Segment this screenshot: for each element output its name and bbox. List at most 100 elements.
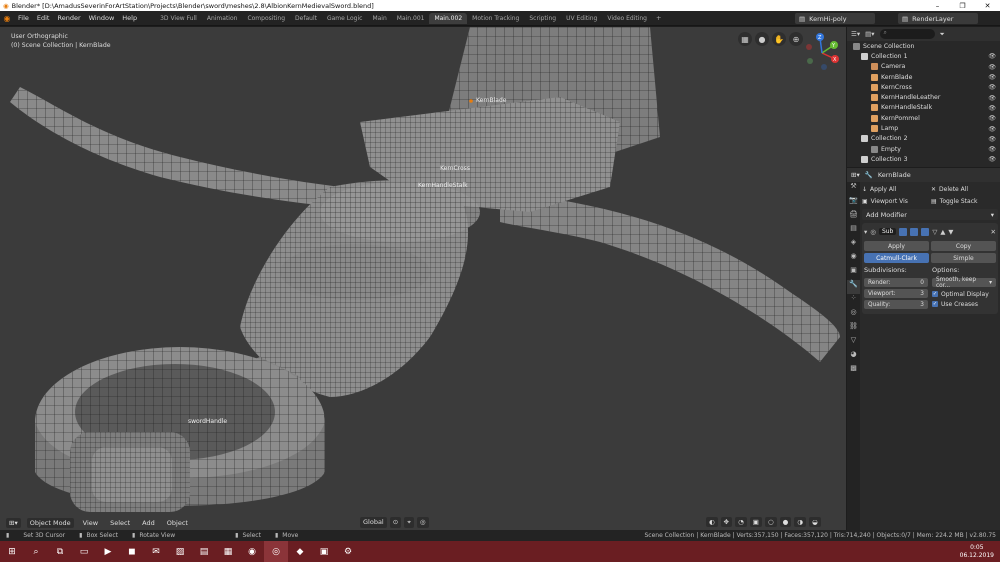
optimal-display-checkbox[interactable]: ✓ Optimal Display [932, 289, 996, 299]
outliner-item[interactable]: Collection 1 👁 [847, 51, 1000, 61]
uv-smooth-dropdown[interactable]: Smooth, keep cor... ▾ [932, 277, 996, 289]
eye-icon[interactable]: 👁 [988, 94, 996, 102]
remove-modifier-icon[interactable]: ✕ [991, 228, 996, 236]
windows-start-icon[interactable]: ⊞ [0, 541, 24, 562]
workspace-tab[interactable]: Main.001 [392, 13, 430, 24]
image-viewer-icon[interactable]: ▨ [168, 541, 192, 562]
workspace-tab[interactable]: Animation [202, 13, 243, 24]
editor-type-icon[interactable]: ⊞▾ [6, 518, 21, 528]
eye-icon[interactable]: 👁 [988, 125, 996, 133]
overlay-icon[interactable]: ◔ [735, 517, 747, 527]
simple-toggle[interactable]: Simple [931, 253, 996, 263]
use-creases-checkbox[interactable]: ✓ Use Creases [932, 299, 996, 309]
show-in-viewport-icon[interactable] [910, 227, 919, 236]
scene-selector[interactable]: ▤ KernHi-poly [795, 13, 875, 24]
outliner-item[interactable]: KernHandleLeather 👁 [847, 92, 1000, 102]
physics-tab-icon[interactable]: ◎ [847, 308, 860, 322]
app-icon[interactable]: ◆ [288, 541, 312, 562]
mail-icon[interactable]: ✉ [144, 541, 168, 562]
view-layer-selector[interactable]: ▤ RenderLayer [898, 13, 978, 24]
view-layer-tab-icon[interactable]: ▤ [847, 224, 860, 238]
scene-collection-row[interactable]: Scene Collection [847, 41, 1000, 51]
constraints-tab-icon[interactable]: ⛓ [847, 322, 860, 336]
grid-view-icon[interactable]: ▦ [738, 32, 752, 46]
object-menu[interactable]: Object [164, 518, 191, 528]
add-modifier-dropdown[interactable]: Add Modifier ▾ [862, 209, 998, 220]
notes-icon[interactable]: ▤ [192, 541, 216, 562]
tool-tab-icon[interactable]: ⚒ [847, 182, 860, 196]
close-button[interactable]: ✕ [975, 2, 1000, 10]
move-up-icon[interactable]: ▲ [940, 228, 945, 236]
outliner-item[interactable]: Empty 👁 [847, 144, 1000, 154]
outliner-item[interactable]: Lamp 👁 [847, 123, 1000, 133]
shading-solid-icon[interactable]: ● [779, 517, 792, 527]
blender-taskbar-icon[interactable]: ◎ [264, 541, 288, 562]
modifier-tab-icon[interactable]: 🔧 [847, 280, 860, 294]
material-tab-icon[interactable]: ◕ [847, 350, 860, 364]
3d-viewport[interactable]: User Orthographic (0) Scene Collection |… [0, 27, 846, 530]
snap-icon[interactable]: ⌖ [404, 517, 414, 528]
add-workspace-button[interactable]: + [652, 14, 665, 22]
workspace-tab[interactable]: Main [367, 13, 391, 24]
viewport-vis-button[interactable]: ▣ Viewport Vis [862, 196, 929, 206]
workspace-tab[interactable]: Default [290, 13, 322, 24]
menu-help[interactable]: Help [118, 14, 141, 22]
workspace-tab[interactable]: 3D View Full [155, 13, 202, 24]
workspace-tab[interactable]: Scripting [524, 13, 561, 24]
copy-button[interactable]: Copy [931, 241, 996, 251]
menu-file[interactable]: File [14, 14, 33, 22]
powershell-icon[interactable]: ▶ [96, 541, 120, 562]
store-icon[interactable]: ◼ [120, 541, 144, 562]
calculator-icon[interactable]: ▦ [216, 541, 240, 562]
eye-icon[interactable]: 👁 [988, 83, 996, 91]
output-tab-icon[interactable]: 🖨 [847, 210, 860, 224]
toggle-stack-button[interactable]: ▤ Toggle Stack [931, 196, 998, 206]
outliner-item[interactable]: KernPommel 👁 [847, 113, 1000, 123]
firefox-icon[interactable]: ◉ [240, 541, 264, 562]
catmull-clark-toggle[interactable]: Catmull-Clark [864, 253, 929, 263]
eye-icon[interactable]: 👁 [988, 135, 996, 143]
file-explorer-icon[interactable]: ▭ [72, 541, 96, 562]
eye-icon[interactable]: 👁 [988, 104, 996, 112]
workspace-tab[interactable]: UV Editing [561, 13, 602, 24]
show-in-editmode-icon[interactable] [899, 227, 908, 236]
filter-icon[interactable]: ⏷ [940, 30, 945, 39]
visibility-icon[interactable]: ◐ [706, 517, 718, 527]
transform-orientation[interactable]: Global [360, 517, 387, 528]
apply-all-button[interactable]: ↓ Apply All [862, 184, 929, 194]
outliner-search[interactable]: ⌕ [879, 29, 935, 39]
outliner-item[interactable]: KernHandleStalk 👁 [847, 103, 1000, 113]
shading-material-icon[interactable]: ◑ [794, 517, 806, 527]
camera-view-icon[interactable]: ● [755, 32, 769, 46]
menu-edit[interactable]: Edit [33, 14, 54, 22]
move-down-icon[interactable]: ▼ [948, 228, 953, 236]
pan-hand-icon[interactable]: ✋ [772, 32, 786, 46]
menu-window[interactable]: Window [85, 14, 119, 22]
display-mode-icon[interactable]: ▤▾ [865, 30, 874, 38]
select-menu[interactable]: Select [107, 518, 133, 528]
properties-editor-icon[interactable]: ⊞▾ [851, 171, 860, 179]
texture-tab-icon[interactable]: ▩ [847, 364, 860, 378]
system-clock[interactable]: 0:05 06.12.2019 [960, 544, 1000, 560]
blender-menu-icon[interactable]: ◉ [0, 11, 14, 25]
outliner-item[interactable]: Camera 👁 [847, 62, 1000, 72]
maximize-button[interactable]: ❐ [950, 2, 975, 10]
view-menu[interactable]: View [80, 518, 101, 528]
workspace-tab[interactable]: Game Logic [322, 13, 367, 24]
navigation-gizmo[interactable]: X Y Z [800, 31, 844, 71]
outliner-item[interactable]: Collection 2 👁 [847, 134, 1000, 144]
shading-wire-icon[interactable]: ○ [764, 517, 777, 527]
eye-icon[interactable]: 👁 [988, 73, 996, 81]
show-in-render-icon[interactable] [921, 227, 930, 236]
task-view-icon[interactable]: ⧉ [48, 541, 72, 562]
outliner-editor-icon[interactable]: ☰▾ [851, 30, 860, 38]
outliner-item[interactable]: KernCross 👁 [847, 82, 1000, 92]
render-levels-field[interactable]: Render: 0 [864, 278, 928, 287]
workspace-tab[interactable]: Motion Tracking [467, 13, 524, 24]
video-app-icon[interactable]: ▣ [312, 541, 336, 562]
render-tab-icon[interactable]: 📷 [847, 196, 860, 210]
data-tab-icon[interactable]: ▽ [847, 336, 860, 350]
workspace-tab[interactable]: Main.002 [429, 12, 468, 24]
object-tab-icon[interactable]: ▣ [847, 266, 860, 280]
search-icon[interactable]: ⌕ [24, 541, 48, 562]
